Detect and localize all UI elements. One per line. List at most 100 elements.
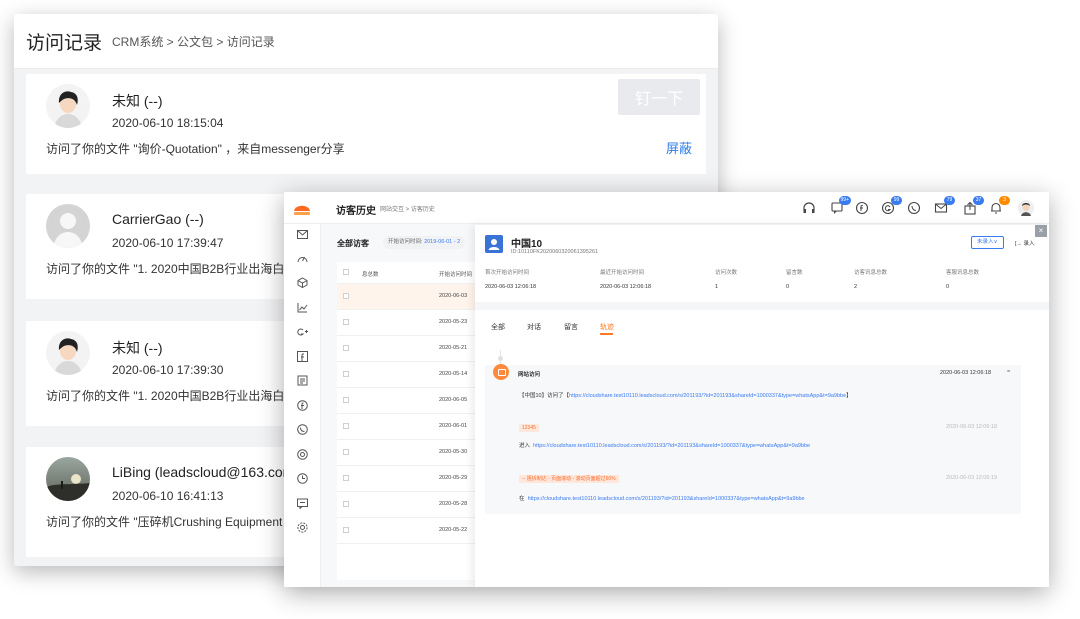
visit-description: 访问了你的文件 "1. 2020中国B2B行业出海白皮书 — [46, 389, 309, 403]
breadcrumb: CRM系统 > 公文包 > 访问记录 — [112, 34, 275, 49]
headset-icon[interactable] — [802, 201, 816, 215]
row-date: 2020-05-21 — [439, 345, 468, 351]
chart-nav-icon[interactable] — [297, 302, 308, 313]
visitor-history-window: 访客历史 网站交互 > 访客历史 99+ 99 79 37 3 全部访客 开始访… — [284, 192, 1049, 587]
table-row[interactable]: 2020-06-01 — [337, 414, 497, 440]
chat-notify[interactable]: 99+ — [830, 196, 851, 215]
top-bar: 访客历史 网站交互 > 访客历史 99+ 99 79 37 3 — [284, 192, 1049, 224]
tab-track[interactable]: 轨迹 — [600, 322, 614, 332]
user-avatar-icon[interactable] — [1018, 200, 1034, 216]
row-checkbox[interactable] — [343, 527, 349, 533]
row-date: 2020-05-23 — [439, 319, 468, 325]
row-checkbox[interactable] — [343, 475, 349, 481]
visitor-name: 未知 (--) — [112, 93, 163, 109]
pin-button[interactable]: 钉一下 — [618, 79, 700, 115]
column-header: 开始访问时间 — [439, 272, 473, 278]
bell-notify[interactable]: 3 — [989, 196, 1010, 215]
collapse-icon[interactable]: ≈ — [1007, 369, 1010, 375]
default-user-icon — [46, 204, 90, 248]
landscape-photo-icon — [46, 457, 90, 501]
row-checkbox[interactable] — [343, 319, 349, 325]
visitor-detail-drawer: 中国10 ID:10110FK2020060320061395261 未录入∨ … — [475, 225, 1049, 587]
table-row[interactable]: 2020-05-28 — [337, 492, 497, 518]
visit-url-link[interactable]: https://cloudshare.test10110.leadscloud.… — [569, 393, 846, 399]
stat-value: 2020-06-03 12:06:18 — [600, 284, 652, 290]
cube-nav-icon[interactable] — [297, 277, 308, 288]
row-checkbox[interactable] — [343, 449, 349, 455]
website-visit-icon — [493, 364, 509, 380]
dashboard-nav-icon[interactable] — [297, 253, 308, 264]
row-checkbox[interactable] — [343, 371, 349, 377]
close-icon[interactable]: × — [1035, 225, 1047, 237]
table-header: 息总数 开始访问时间 — [337, 262, 497, 284]
row-checkbox[interactable] — [343, 501, 349, 507]
row-checkbox[interactable] — [343, 345, 349, 351]
notification-badge: 3 — [999, 196, 1010, 205]
person-avatar-icon — [46, 84, 90, 128]
document-nav-icon[interactable] — [297, 375, 308, 386]
table-row[interactable]: 2020-05-29 — [337, 466, 497, 492]
stat-value: 0 — [946, 284, 950, 290]
row-date: 2020-05-29 — [439, 475, 468, 481]
event-text: 进入 https://cloudshare.test10110.leadsclo… — [519, 441, 810, 449]
timeline-dot — [498, 356, 503, 361]
row-date: 2020-06-05 — [439, 397, 468, 403]
mail-notify[interactable]: 79 — [934, 196, 955, 215]
shield-link[interactable]: 屏蔽 — [666, 138, 692, 157]
date-filter-label: 开始访问时间: — [388, 239, 423, 245]
date-filter-chip[interactable]: 开始访问时间: 2019-06-01 - 2 — [383, 236, 466, 249]
stat-label: 访客讯息总数 — [854, 270, 888, 276]
clock-nav-icon[interactable] — [297, 473, 308, 484]
tab-messages[interactable]: 留言 — [564, 322, 578, 332]
select-all-checkbox[interactable] — [343, 269, 349, 275]
mention-nav-icon[interactable] — [297, 449, 308, 460]
enter-record-button[interactable]: [→ 录入 — [1015, 239, 1035, 247]
whatsapp-icon[interactable] — [907, 201, 921, 215]
breadcrumb: 网站交互 > 访客历史 — [380, 207, 435, 213]
visitor-name: 未知 (--) — [112, 340, 163, 356]
row-date: 2020-05-28 — [439, 501, 468, 507]
divider — [475, 302, 1049, 310]
google-plus-nav-icon[interactable] — [297, 326, 308, 337]
visit-description: 访问了你的文件 "询价-Quotation" ，来自messenger分享 — [46, 142, 345, 156]
stat-value: 0 — [786, 284, 790, 290]
event-url-link[interactable]: https://cloudshare.test10110.leadscloud.… — [528, 496, 805, 502]
google-notify[interactable]: 99 — [881, 196, 902, 215]
visitor-table: 息总数 开始访问时间 2020-06-03 2020-05-23 2020-05… — [337, 262, 497, 580]
tab-all[interactable]: 全部 — [491, 322, 505, 332]
stat-value: 2020-06-03 12:06:18 — [485, 284, 537, 290]
row-checkbox[interactable] — [343, 397, 349, 403]
table-row[interactable]: 2020-05-30 — [337, 440, 497, 466]
mail-nav-icon[interactable] — [297, 229, 308, 240]
message-nav-icon[interactable] — [297, 498, 308, 509]
tab-chat[interactable]: 对话 — [527, 322, 541, 332]
table-row[interactable]: 2020-05-14 — [337, 362, 497, 388]
facebook-circle-nav-icon[interactable] — [297, 400, 308, 411]
task-notify[interactable]: 37 — [963, 196, 984, 215]
settings-nav-icon[interactable] — [297, 522, 308, 533]
active-tab-indicator — [600, 333, 613, 335]
visit-text-suffix: 】 — [846, 393, 852, 399]
all-visitors-title: 全部访客 — [337, 239, 369, 248]
event-url-link[interactable]: https://cloudshare.test10110.leadscloud.… — [533, 443, 810, 449]
row-date: 2020-06-01 — [439, 423, 468, 429]
table-row[interactable]: 2020-05-21 — [337, 336, 497, 362]
table-row[interactable]: 2020-06-03 — [337, 284, 497, 310]
stat-label: 首次开始访问时间 — [485, 270, 530, 276]
row-checkbox[interactable] — [343, 423, 349, 429]
record-status-dropdown[interactable]: 未录入∨ — [971, 236, 1004, 249]
facebook-nav-icon[interactable] — [297, 351, 308, 362]
stat-label: 客服讯息总数 — [946, 270, 980, 276]
table-row[interactable]: 2020-06-05 — [337, 388, 497, 414]
stat-label: 最近开始访问时间 — [600, 270, 645, 276]
table-row[interactable]: 2020-05-23 — [337, 310, 497, 336]
facebook-icon[interactable] — [855, 201, 869, 215]
notification-badge: 79 — [944, 196, 955, 205]
row-date: 2020-05-22 — [439, 527, 468, 533]
row-checkbox[interactable] — [343, 293, 349, 299]
visitor-name: CarrierGao (--) — [112, 211, 204, 227]
visit-time: 2020-06-10 18:15:04 — [112, 116, 224, 130]
table-row[interactable]: 2020-05-22 — [337, 518, 497, 544]
date-filter-value: 2019-06-01 - 2 — [424, 239, 461, 245]
whatsapp-nav-icon[interactable] — [297, 424, 308, 435]
